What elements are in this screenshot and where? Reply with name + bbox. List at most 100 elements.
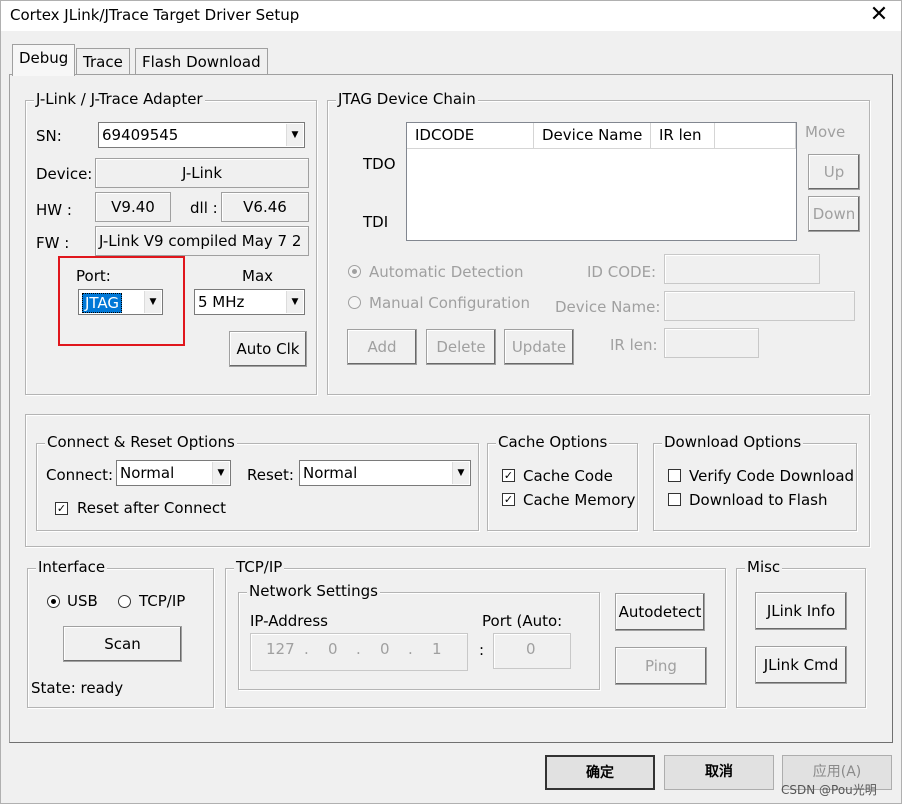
connect-label: Connect: (46, 466, 114, 484)
id-code-input[interactable] (664, 254, 820, 284)
cancel-button[interactable]: 取消 (664, 755, 774, 790)
verify-code-download-checkbox[interactable] (668, 469, 681, 482)
device-name-label: Device Name: (555, 298, 661, 316)
verify-code-download-label: Verify Code Download (689, 467, 855, 485)
ip-octet-4: 1 (432, 640, 442, 658)
update-button[interactable]: Update (504, 329, 574, 365)
ir-len-input[interactable] (664, 328, 759, 358)
manual-configuration-label: Manual Configuration (369, 294, 531, 312)
cache-memory-label: Cache Memory (523, 491, 636, 509)
download-options-group-title: Download Options (662, 433, 804, 451)
download-to-flash-checkbox[interactable] (668, 493, 681, 506)
ip-dot-2: . (356, 640, 361, 658)
download-to-flash-label: Download to Flash (689, 491, 828, 509)
port-highlight-box (58, 256, 185, 346)
column-header-ir-len[interactable]: IR len (651, 123, 715, 149)
jlink-cmd-button[interactable]: JLink Cmd (755, 646, 847, 684)
dialog-window: Cortex JLink/JTrace Target Driver Setup … (0, 0, 902, 804)
tcpip-group-title: TCP/IP (234, 558, 285, 576)
cache-code-label: Cache Code (523, 467, 613, 485)
sn-value: 69409545 (102, 126, 179, 144)
interface-group-title: Interface (36, 558, 108, 576)
column-header-idcode[interactable]: IDCODE (407, 123, 534, 149)
reset-after-connect-checkbox[interactable]: ✓ (55, 502, 68, 515)
hw-field: V9.40 (95, 192, 171, 222)
usb-radio[interactable] (47, 595, 60, 608)
scan-button[interactable]: Scan (63, 626, 182, 662)
chevron-down-icon[interactable]: ▼ (212, 462, 229, 484)
adapter-group-title: J-Link / J-Trace Adapter (34, 90, 205, 108)
reset-after-connect-label: Reset after Connect (77, 499, 226, 517)
tab-flash-download[interactable]: Flash Download (135, 48, 268, 76)
connect-dropdown[interactable]: Normal ▼ (116, 460, 231, 486)
ip-dot-1: . (304, 640, 309, 658)
window-title: Cortex JLink/JTrace Target Driver Setup (10, 6, 300, 24)
ip-dot-3: . (408, 640, 413, 658)
tdi-label: TDI (363, 213, 389, 231)
download-options-group: Download Options (653, 433, 857, 531)
move-up-button[interactable]: Up (808, 154, 860, 190)
reset-dropdown[interactable]: Normal ▼ (299, 460, 471, 486)
add-button[interactable]: Add (347, 329, 417, 365)
chevron-down-icon[interactable]: ▼ (452, 462, 469, 484)
ip-octet-3: 0 (380, 640, 390, 658)
column-header-empty (715, 123, 796, 149)
ip-octet-2: 0 (328, 640, 338, 658)
jlink-info-button[interactable]: JLink Info (755, 592, 847, 630)
usb-label: USB (67, 592, 98, 610)
tab-debug[interactable]: Debug (12, 44, 76, 76)
move-down-button[interactable]: Down (808, 196, 860, 232)
close-icon[interactable]: ✕ (859, 1, 899, 31)
tcpip-radio[interactable] (118, 595, 131, 608)
reset-value: Normal (303, 464, 358, 482)
tcp-port-input[interactable]: 0 (493, 633, 571, 669)
cache-options-group: Cache Options (487, 433, 638, 531)
misc-group-title: Misc (745, 558, 783, 576)
tcpip-radio-label: TCP/IP (139, 592, 186, 610)
dll-label: dll : (190, 199, 218, 217)
cache-options-group-title: Cache Options (496, 433, 610, 451)
jtag-device-list[interactable]: IDCODE Device Name IR len (406, 122, 797, 241)
ip-address-label: IP-Address (250, 612, 328, 630)
chevron-down-icon[interactable]: ▼ (286, 124, 303, 146)
column-header-device-name[interactable]: Device Name (534, 123, 651, 149)
device-name-input[interactable] (664, 291, 855, 321)
misc-group: Misc (736, 558, 866, 708)
jtag-chain-group-title: JTAG Device Chain (336, 90, 478, 108)
port-auto-label: Port (Auto: (482, 612, 563, 630)
max-clock-dropdown[interactable]: 5 MHz ▼ (194, 289, 305, 315)
sn-label: SN: (36, 127, 62, 145)
connect-reset-group: Connect & Reset Options (36, 433, 479, 531)
connect-reset-group-title: Connect & Reset Options (45, 433, 237, 451)
watermark-text: CSDN @Pou光明 (781, 783, 877, 797)
max-clock-value: 5 MHz (198, 293, 245, 311)
network-settings-group-title: Network Settings (247, 582, 380, 600)
title-bar: Cortex JLink/JTrace Target Driver Setup … (1, 1, 901, 31)
hw-label: HW : (36, 201, 72, 219)
cache-memory-checkbox[interactable]: ✓ (502, 493, 515, 506)
id-code-label: ID CODE: (587, 263, 657, 281)
fw-label: FW : (36, 234, 70, 252)
ir-len-label: IR len: (610, 336, 658, 354)
ok-button[interactable]: 确定 (545, 755, 655, 790)
tab-trace[interactable]: Trace (76, 48, 130, 76)
cache-code-checkbox[interactable]: ✓ (502, 469, 515, 482)
ping-button[interactable]: Ping (615, 647, 707, 685)
chevron-down-icon[interactable]: ▼ (286, 291, 303, 313)
delete-button[interactable]: Delete (426, 329, 496, 365)
tdo-label: TDO (363, 155, 396, 173)
auto-clk-button[interactable]: Auto Clk (229, 331, 307, 367)
autodetect-button[interactable]: Autodetect (615, 593, 705, 631)
max-label: Max (242, 267, 274, 285)
reset-label: Reset: (247, 466, 294, 484)
move-label: Move (805, 123, 846, 141)
manual-configuration-radio[interactable] (348, 296, 361, 309)
automatic-detection-radio[interactable] (348, 265, 361, 278)
port-colon: : (479, 641, 485, 659)
state-label: State: ready (31, 679, 124, 697)
dll-field: V6.46 (221, 192, 309, 222)
tcp-port-value: 0 (526, 640, 536, 658)
sn-dropdown[interactable]: 69409545 ▼ (98, 122, 305, 148)
connect-value: Normal (120, 464, 175, 482)
ip-address-input[interactable]: 127 . 0 . 0 . 1 (250, 633, 468, 671)
